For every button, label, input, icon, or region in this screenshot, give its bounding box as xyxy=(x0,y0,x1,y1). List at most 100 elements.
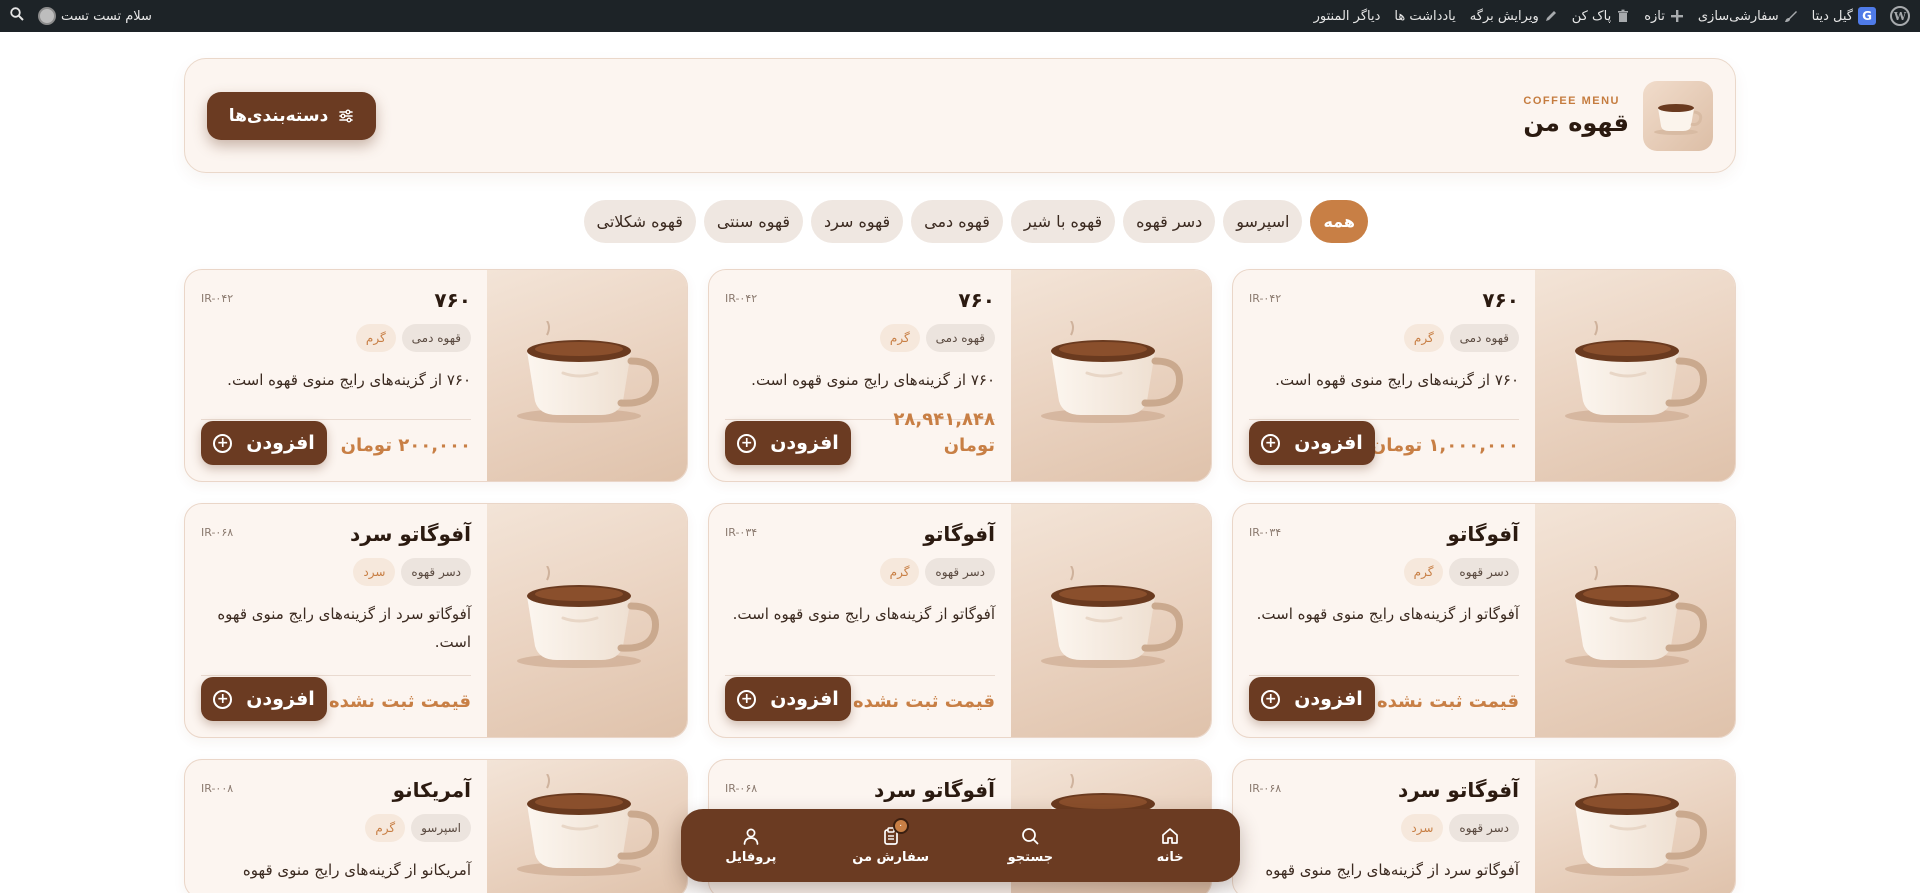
nav-home[interactable]: خانه xyxy=(1110,826,1230,865)
product-card[interactable]: آمریکانو IR-۰۰۸ اسپرسو گرم آمریکانو از گزینه… xyxy=(184,759,688,893)
product-tag: قهوه دمی xyxy=(401,324,471,352)
nav-my-order[interactable]: ۰ سفارش من xyxy=(831,818,951,865)
product-description: آفوگاتو سرد از گزینه‌های رایج منوی قهوه xyxy=(1265,861,1519,879)
add-to-cart-button[interactable]: افزودن + xyxy=(201,677,327,721)
product-tags: قهوه دمی گرم xyxy=(879,324,995,352)
nav-search-label: جستجو xyxy=(1007,850,1054,865)
product-tag: دسر قهوه xyxy=(401,558,471,586)
product-description: آفوگاتو سرد از گزینه‌های رایج منوی قهوه … xyxy=(217,605,471,651)
nav-profile[interactable]: پروفایل xyxy=(691,826,811,865)
admin-item-elementor[interactable]: دیاگر المنتور xyxy=(1314,9,1381,24)
add-button-label: افزودن xyxy=(770,432,839,454)
wordpress-logo-icon[interactable]: W xyxy=(1890,6,1910,26)
admin-item-new[interactable]: تازه xyxy=(1644,9,1684,24)
product-card[interactable]: آفوگاتو IR-۰۳۴ دسر قهوه گرم آفوگاتو از گزینه… xyxy=(708,503,1212,738)
product-tag: اسپرسو xyxy=(411,814,471,842)
product-description: ۷۶۰ از گزینه‌های رایج منوی قهوه است. xyxy=(227,371,471,389)
product-tag: گرم xyxy=(879,324,920,352)
admin-item-edit-page[interactable]: ویرایش برگه xyxy=(1470,9,1558,24)
product-card[interactable]: آفوگاتو سرد IR-۰۶۸ دسر قهوه سرد آفوگاتو سرد … xyxy=(184,503,688,738)
site-g-icon: G xyxy=(1858,7,1876,25)
page-title: قهوه من xyxy=(1523,109,1629,137)
categories-button[interactable]: دسته‌بندی‌ها xyxy=(207,92,376,140)
plus-icon xyxy=(1670,10,1683,22)
product-code: IR-۰۶۸ xyxy=(201,526,234,539)
product-body: آمریکانو IR-۰۰۸ اسپرسو گرم آمریکانو از گزینه… xyxy=(201,760,471,893)
chip-coffee-dessert[interactable]: دسر قهوه xyxy=(1123,200,1216,243)
product-image xyxy=(487,760,687,893)
product-tags: دسر قهوه سرد xyxy=(353,558,471,586)
add-to-cart-button[interactable]: افزودن + xyxy=(725,421,851,465)
admin-greeting: سلام تست تست xyxy=(61,8,152,24)
product-body: آفوگاتو IR-۰۳۴ دسر قهوه گرم آفوگاتو از گزینه… xyxy=(1249,504,1519,737)
add-button-label: افزودن xyxy=(246,688,315,710)
product-image xyxy=(487,504,687,737)
product-footer: قیمت ثبت نشده افزودن + xyxy=(201,675,471,721)
product-description: آفوگاتو از گزینه‌های رایج منوی قهوه است. xyxy=(1256,605,1519,623)
product-price: قیمت ثبت نشده xyxy=(1376,691,1519,712)
plus-circle-icon: + xyxy=(1261,689,1281,709)
product-tag: قهوه دمی xyxy=(925,324,995,352)
chip-all[interactable]: همه xyxy=(1310,200,1368,243)
product-title: ۷۶۰ xyxy=(958,288,995,312)
add-button-label: افزودن xyxy=(1294,432,1363,454)
plus-circle-icon: + xyxy=(1261,433,1281,453)
product-code: IR-۰۰۸ xyxy=(201,782,234,795)
plus-circle-icon: + xyxy=(213,689,233,709)
product-code: IR-۰۴۲ xyxy=(1249,292,1282,305)
admin-item-clear-cache[interactable]: پاک کن xyxy=(1572,9,1630,24)
product-price: ۱,۰۰۰,۰۰۰ تومان xyxy=(1370,435,1519,456)
chip-cold-coffee[interactable]: قهوه سرد xyxy=(811,200,904,243)
brand: COFFEE MENU قهوه من xyxy=(1523,81,1713,151)
product-description: آمریکانو از گزینه‌های رایج منوی قهوه xyxy=(242,861,471,879)
product-image xyxy=(487,270,687,481)
product-body: ۷۶۰ IR-۰۴۲ قهوه دمی گرم ۷۶۰ از گزینه‌های رای… xyxy=(1249,270,1519,481)
product-tags: دسر قهوه گرم xyxy=(1403,558,1519,586)
home-icon xyxy=(1162,828,1178,844)
product-code: IR-۰۳۴ xyxy=(725,526,758,539)
admin-bar: سلام تست تست دیاگر المنتور یادداشت ها وی… xyxy=(0,0,1920,32)
categories-button-label: دسته‌بندی‌ها xyxy=(228,106,329,126)
chip-chocolate-coffee[interactable]: قهوه شکلاتی xyxy=(583,200,696,243)
coffee-cup-logo xyxy=(1643,81,1713,151)
product-card[interactable]: ۷۶۰ IR-۰۴۲ قهوه دمی گرم ۷۶۰ از گزینه‌های رای… xyxy=(1232,269,1736,482)
product-code: IR-۰۴۲ xyxy=(201,292,234,305)
nav-profile-label: پروفایل xyxy=(725,850,777,865)
add-to-cart-button[interactable]: افزودن + xyxy=(201,421,327,465)
plus-circle-icon: + xyxy=(213,433,233,453)
admin-search-icon[interactable] xyxy=(10,7,24,25)
admin-item-customize[interactable]: سفارشی‌سازی xyxy=(1698,9,1798,24)
product-title: آفوگاتو سرد xyxy=(1397,778,1519,802)
order-count-badge: ۰ xyxy=(892,818,909,834)
product-footer: ۲۸,۹۴۱,۸۴۸ تومان افزودن + xyxy=(725,409,995,465)
chip-traditional-coffee[interactable]: قهوه سنتی xyxy=(703,200,803,243)
user-icon xyxy=(743,828,759,845)
bottom-nav: خانه جستجو ۰ سفارش من پروفایل xyxy=(681,809,1240,882)
admin-item-notes[interactable]: یادداشت ها xyxy=(1394,9,1455,24)
product-code: IR-۰۶۸ xyxy=(1249,782,1282,795)
add-to-cart-button[interactable]: افزودن + xyxy=(1249,421,1375,465)
add-to-cart-button[interactable]: افزودن + xyxy=(725,677,851,721)
trash-icon xyxy=(1618,9,1629,22)
product-image xyxy=(1535,504,1735,737)
product-card[interactable]: ۷۶۰ IR-۰۴۲ قهوه دمی گرم ۷۶۰ از گزینه‌های رای… xyxy=(184,269,688,482)
nav-my-order-label: سفارش من xyxy=(852,850,929,865)
product-title: آفوگاتو xyxy=(1447,522,1519,546)
product-tag: دسر قهوه xyxy=(1449,558,1519,586)
product-card[interactable]: آفوگاتو IR-۰۳۴ دسر قهوه گرم آفوگاتو از گزینه… xyxy=(1232,503,1736,738)
product-title: ۷۶۰ xyxy=(434,288,471,312)
product-tags: دسر قهوه سرد xyxy=(1401,814,1519,842)
chip-espresso[interactable]: اسپرسو xyxy=(1223,200,1303,243)
chip-brewed-coffee[interactable]: قهوه دمی xyxy=(911,200,1003,243)
add-to-cart-button[interactable]: افزودن + xyxy=(1249,677,1375,721)
chip-coffee-with-milk[interactable]: قهوه با شیر xyxy=(1010,200,1116,243)
product-card[interactable]: ۷۶۰ IR-۰۴۲ قهوه دمی گرم ۷۶۰ از گزینه‌های رای… xyxy=(708,269,1212,482)
product-tag: گرم xyxy=(879,558,920,586)
product-card[interactable]: آفوگاتو سرد IR-۰۶۸ دسر قهوه سرد آفوگاتو سرد … xyxy=(1232,759,1736,893)
nav-search[interactable]: جستجو xyxy=(970,826,1090,865)
add-button-label: افزودن xyxy=(246,432,315,454)
admin-account-menu[interactable]: سلام تست تست xyxy=(38,7,152,25)
admin-item-site[interactable]: گیل دیتا G xyxy=(1812,7,1876,25)
product-title: آفوگاتو سرد xyxy=(349,522,471,546)
search-icon xyxy=(1022,828,1039,845)
